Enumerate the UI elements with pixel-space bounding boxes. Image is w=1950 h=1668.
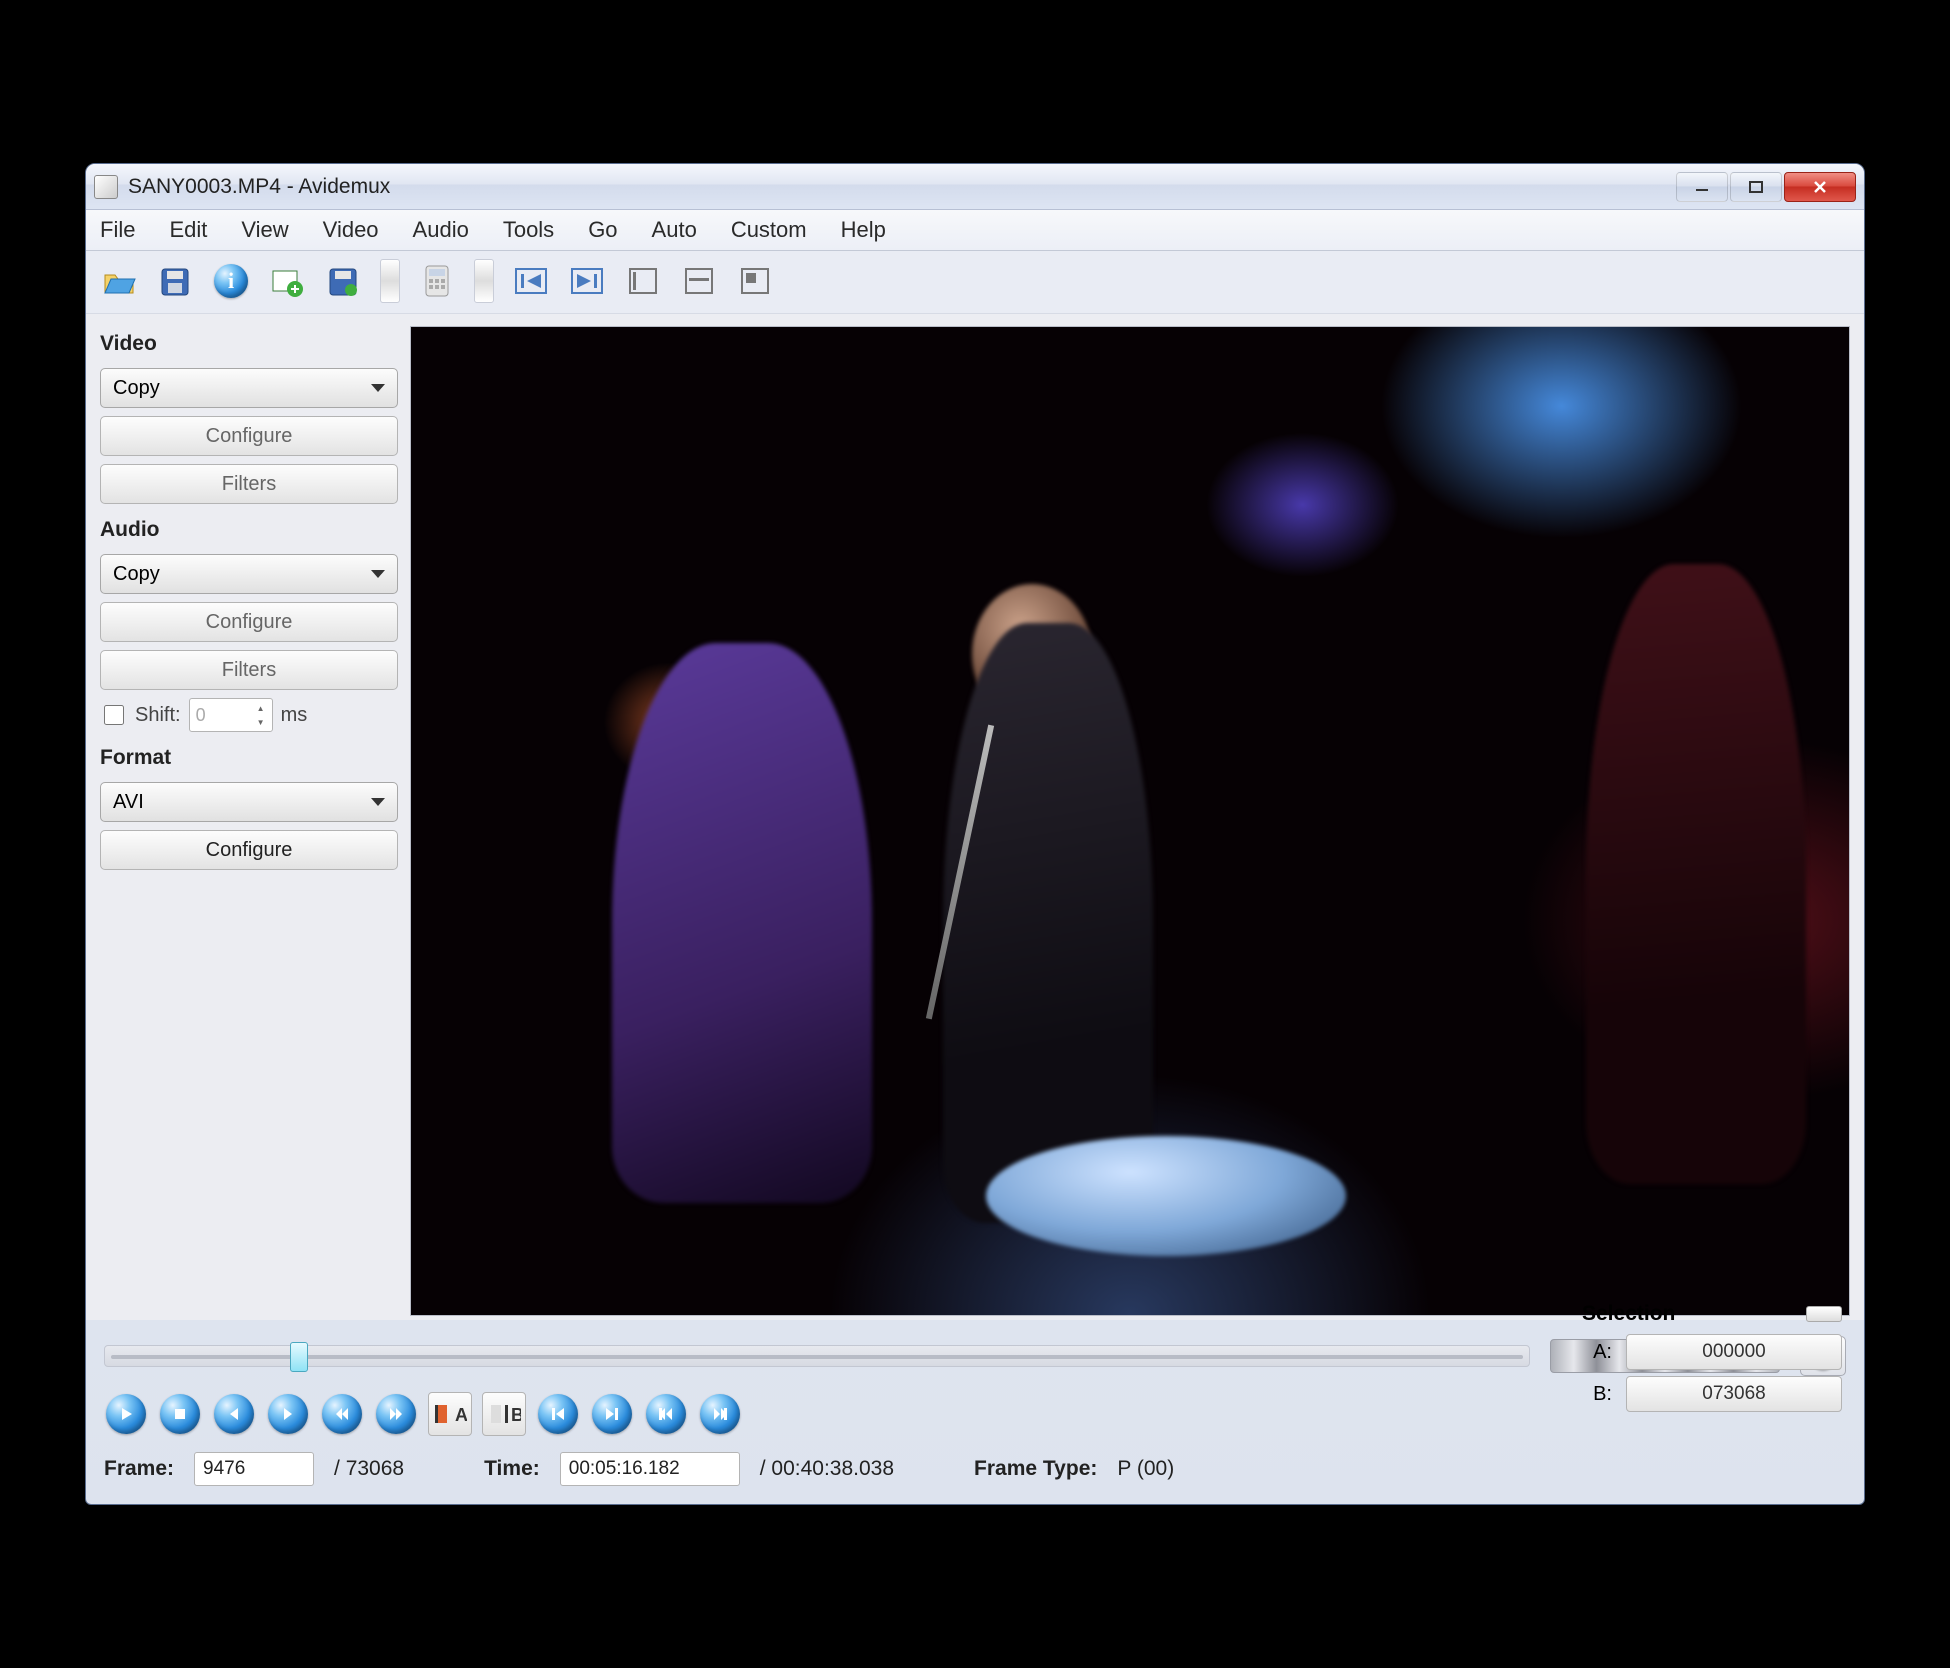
next-keyframe-button[interactable] [374, 1392, 418, 1436]
save-image-icon[interactable] [320, 259, 366, 303]
save-icon[interactable] [152, 259, 198, 303]
app-window: SANY0003.MP4 - Avidemux File Edit View V… [85, 163, 1865, 1505]
mark-a-toolbar-icon[interactable] [620, 259, 666, 303]
window-title: SANY0003.MP4 - Avidemux [128, 175, 390, 199]
set-marker-a-button[interactable]: A [428, 1392, 472, 1436]
audio-codec-select[interactable]: Copy [100, 554, 398, 594]
menu-edit[interactable]: Edit [165, 214, 211, 246]
prev-frame-button[interactable] [212, 1392, 256, 1436]
open-icon[interactable] [96, 259, 142, 303]
selection-toggle[interactable] [1806, 1306, 1842, 1322]
maximize-button[interactable] [1730, 172, 1782, 202]
format-configure-button[interactable]: Configure [100, 830, 398, 870]
sidebar: Video Copy Configure Filters Audio Copy … [100, 326, 410, 1316]
selection-b-label: B: [1582, 1383, 1612, 1406]
minimize-button[interactable] [1676, 172, 1728, 202]
menu-tools[interactable]: Tools [499, 214, 558, 246]
selection-panel: Selection A: 000000 B: 073068 [1582, 1302, 1842, 1418]
video-codec-value: Copy [113, 377, 160, 400]
prev-black-button[interactable] [536, 1392, 580, 1436]
svg-text:A: A [455, 1405, 467, 1425]
calculator-icon[interactable] [414, 259, 460, 303]
selection-a-field[interactable]: 000000 [1626, 1334, 1842, 1370]
video-configure-button[interactable]: Configure [100, 416, 398, 456]
audio-shift-field[interactable]: 0 ▲▼ [189, 698, 273, 732]
audio-shift-checkbox[interactable] [104, 705, 124, 725]
audio-shift-label: Shift: [135, 704, 181, 727]
status-bar: Frame: 9476 / 73068 Time: 00:05:16.182 /… [86, 1442, 1864, 1504]
audio-configure-button[interactable]: Configure [100, 602, 398, 642]
goto-last-button[interactable] [698, 1392, 742, 1436]
audio-shift-unit: ms [281, 704, 308, 727]
format-select[interactable]: AVI [100, 782, 398, 822]
titlebar: SANY0003.MP4 - Avidemux [86, 164, 1864, 210]
audio-codec-value: Copy [113, 563, 160, 586]
video-preview [410, 326, 1850, 1316]
goto-start-icon[interactable] [508, 259, 554, 303]
menu-custom[interactable]: Custom [727, 214, 811, 246]
menu-audio[interactable]: Audio [409, 214, 473, 246]
goto-first-button[interactable] [644, 1392, 688, 1436]
menu-video[interactable]: Video [319, 214, 383, 246]
frametype-label: Frame Type: [974, 1457, 1097, 1481]
time-label: Time: [484, 1457, 540, 1481]
selection-a-label: A: [1582, 1341, 1612, 1364]
toolbar-separator [380, 259, 400, 303]
prev-keyframe-button[interactable] [320, 1392, 364, 1436]
menu-help[interactable]: Help [837, 214, 890, 246]
content-area: Video Copy Configure Filters Audio Copy … [86, 314, 1864, 1320]
app-icon [94, 175, 118, 199]
format-value: AVI [113, 791, 144, 814]
menu-view[interactable]: View [237, 214, 292, 246]
set-marker-b-button[interactable]: B [482, 1392, 526, 1436]
play-button[interactable] [104, 1392, 148, 1436]
next-frame-button[interactable] [266, 1392, 310, 1436]
format-section-label: Format [100, 746, 398, 770]
append-icon[interactable] [264, 259, 310, 303]
svg-text:B: B [511, 1405, 521, 1425]
video-codec-select[interactable]: Copy [100, 368, 398, 408]
menu-go[interactable]: Go [584, 214, 621, 246]
frame-label: Frame: [104, 1457, 174, 1481]
video-section-label: Video [100, 332, 398, 356]
selection-b-field[interactable]: 073068 [1626, 1376, 1842, 1412]
time-total: / 00:40:38.038 [760, 1457, 894, 1481]
toolbar-separator [474, 259, 494, 303]
menu-auto[interactable]: Auto [648, 214, 701, 246]
timeline-thumb[interactable] [290, 1342, 308, 1372]
audio-filters-button[interactable]: Filters [100, 650, 398, 690]
stop-button[interactable] [158, 1392, 202, 1436]
audio-section-label: Audio [100, 518, 398, 542]
selection-title: Selection [1582, 1302, 1675, 1326]
frametype-value: P (00) [1117, 1457, 1174, 1481]
frame-total: / 73068 [334, 1457, 404, 1481]
time-field[interactable]: 00:05:16.182 [560, 1452, 740, 1486]
menu-file[interactable]: File [96, 214, 139, 246]
goto-end-icon[interactable] [564, 259, 610, 303]
video-filters-button[interactable]: Filters [100, 464, 398, 504]
next-black-button[interactable] [590, 1392, 634, 1436]
timeline-slider[interactable] [104, 1345, 1530, 1367]
close-button[interactable] [1784, 172, 1856, 202]
info-icon[interactable]: i [208, 259, 254, 303]
frame-field[interactable]: 9476 [194, 1452, 314, 1486]
goto-time-icon[interactable] [732, 259, 778, 303]
menubar: File Edit View Video Audio Tools Go Auto… [86, 210, 1864, 251]
toolbar: i [86, 251, 1864, 314]
audio-shift-value: 0 [196, 705, 206, 726]
mark-b-toolbar-icon[interactable] [676, 259, 722, 303]
